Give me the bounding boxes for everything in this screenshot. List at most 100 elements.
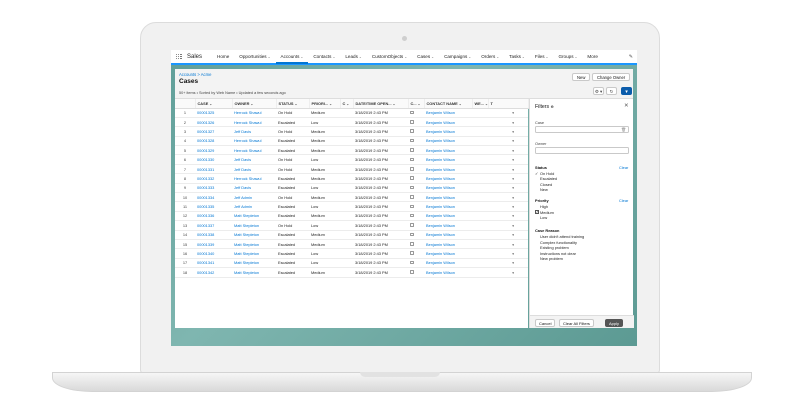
owner-link[interactable]: Matt Stepleton <box>232 239 276 250</box>
edit-nav-icon[interactable]: ✎ <box>629 54 633 60</box>
trash-icon[interactable]: 🗑 <box>621 127 626 132</box>
chevron-down-icon[interactable]: ⌄ <box>331 55 335 59</box>
contact-link[interactable]: Benjamin Wilson <box>424 248 472 259</box>
row-actions[interactable]: ▾ <box>488 154 528 165</box>
row-checkbox[interactable] <box>408 201 424 212</box>
contact-link[interactable]: Benjamin Wilson <box>424 267 472 278</box>
checkbox-icon[interactable] <box>410 242 414 246</box>
case-number-link[interactable]: 00001326 <box>195 117 232 128</box>
app-launcher-icon[interactable] <box>176 53 182 60</box>
owner-link[interactable]: Matt Stepleton <box>232 220 276 231</box>
nav-item-files[interactable]: Files ⌄ <box>530 50 554 64</box>
contact-link[interactable]: Benjamin Wilson <box>424 230 472 240</box>
case-number-link[interactable]: 00001340 <box>195 248 232 259</box>
checkbox-icon[interactable] <box>410 129 414 133</box>
case-number-link[interactable]: 00001335 <box>195 201 232 212</box>
case-number-link[interactable]: 00001339 <box>195 239 232 250</box>
owner-link[interactable]: Jeff Admin <box>232 192 276 203</box>
table-row[interactable]: 18 00001342 Matt Stepleton Escalated Medium 3… <box>175 267 528 278</box>
table-row[interactable]: 2 00001326 Herrock Shawul Escalated Low 3/18/… <box>175 117 528 128</box>
filter-icon[interactable]: ▼ <box>621 87 632 95</box>
row-action-menu-icon[interactable]: ▾ <box>512 243 514 247</box>
contact-link[interactable]: Benjamin Wilson <box>424 192 472 203</box>
owner-link[interactable]: Herrock Shawul <box>232 145 276 156</box>
change-owner-button[interactable]: Change Owner <box>592 73 631 81</box>
reason-option[interactable]: User didn't attend training <box>540 234 584 239</box>
close-icon[interactable]: ✕ <box>624 103 629 109</box>
priority-option[interactable]: High <box>540 204 548 209</box>
case-number-link[interactable]: 00001332 <box>195 173 232 184</box>
contact-link[interactable]: Benjamin Wilson <box>424 136 472 147</box>
table-row[interactable]: 11 00001335 Jeff Admin Escalated Low 3/18/201… <box>175 201 528 212</box>
checkbox-icon[interactable] <box>410 119 414 124</box>
checkbox-icon[interactable] <box>410 148 414 152</box>
case-number-link[interactable]: 00001338 <box>195 230 232 240</box>
row-action-menu-icon[interactable]: ▾ <box>512 149 514 153</box>
table-row[interactable]: 7 00001331 Jeff Davis On Hold Medium 3/18/201… <box>175 164 528 175</box>
chevron-down-icon[interactable]: ⌄ <box>328 102 332 106</box>
row-action-menu-icon[interactable]: ▾ <box>512 121 514 125</box>
row-action-menu-icon[interactable]: ▾ <box>512 186 514 190</box>
row-checkbox[interactable] <box>408 248 424 259</box>
refresh-icon[interactable]: ↻ <box>606 87 617 95</box>
priority-option[interactable]: Low <box>540 215 547 220</box>
owner-link[interactable]: Herrock Shawul <box>232 117 276 128</box>
nav-item-cases[interactable]: Cases ⌄ <box>412 50 439 64</box>
column-header[interactable]: OWNER ⌄ <box>232 99 277 109</box>
table-row[interactable]: 12 00001336 Matt Stepleton Escalated Medium 3… <box>175 211 528 222</box>
table-row[interactable]: 1 00001325 Herrock Shawul On Hold Medium 3/18… <box>175 108 528 118</box>
row-action-menu-icon[interactable]: ▾ <box>512 233 514 237</box>
row-actions[interactable]: ▾ <box>488 173 528 184</box>
table-row[interactable]: 9 00001333 Jeff Davis Escalated Low 3/18/2019… <box>175 183 528 194</box>
row-actions[interactable]: ▾ <box>488 183 528 194</box>
row-actions[interactable]: ▾ <box>488 145 528 156</box>
row-checkbox[interactable] <box>408 230 424 240</box>
chevron-down-icon[interactable]: ⌄ <box>495 55 499 59</box>
chevron-down-icon[interactable]: ⌄ <box>208 102 212 106</box>
table-row[interactable]: 5 00001329 Herrock Shawul Escalated Medium 3/… <box>175 145 528 156</box>
nav-item-more[interactable]: More <box>582 50 602 64</box>
checkbox-icon[interactable] <box>410 223 414 227</box>
row-action-menu-icon[interactable]: ▾ <box>512 130 514 134</box>
nav-item-opportunities[interactable]: Opportunities ⌄ <box>234 50 275 64</box>
row-checkbox[interactable] <box>408 267 424 278</box>
row-action-menu-icon[interactable]: ▾ <box>512 214 514 218</box>
case-number-link[interactable]: 00001341 <box>195 258 232 269</box>
owner-link[interactable]: Herrock Shawul <box>232 136 276 147</box>
chevron-down-icon[interactable]: ⌄ <box>521 55 525 59</box>
row-actions[interactable]: ▾ <box>488 230 528 240</box>
table-row[interactable]: 15 00001339 Matt Stepleton Escalated Medium 3… <box>175 239 528 250</box>
row-checkbox[interactable] <box>408 239 424 250</box>
row-action-menu-icon[interactable]: ▾ <box>512 168 514 172</box>
row-actions[interactable]: ▾ <box>488 248 528 259</box>
chevron-down-icon[interactable]: ⌄ <box>345 102 349 106</box>
contact-link[interactable]: Benjamin Wilson <box>424 108 472 118</box>
chevron-down-icon[interactable]: ⌄ <box>267 55 271 59</box>
chevron-down-icon[interactable]: ⌄ <box>403 55 407 59</box>
contact-link[interactable]: Benjamin Wilson <box>424 201 472 212</box>
contact-link[interactable]: Benjamin Wilson <box>424 258 472 269</box>
table-row[interactable]: 17 00001341 Matt Stepleton Escalated Low 3/18… <box>175 258 528 269</box>
nav-item-accounts[interactable]: Accounts ⌄ <box>275 50 309 64</box>
chevron-down-icon[interactable]: ⌄ <box>392 102 396 106</box>
checkbox-icon[interactable] <box>410 176 414 180</box>
case-number-link[interactable]: 00001337 <box>195 220 232 231</box>
row-actions[interactable]: ▾ <box>488 239 528 250</box>
table-row[interactable]: 6 00001330 Jeff Davis On Hold Low 3/18/2019 2… <box>175 154 528 165</box>
column-header[interactable]: CASE ⌄ <box>195 99 233 109</box>
status-option[interactable]: Closed <box>540 182 552 187</box>
row-checkbox[interactable] <box>408 192 424 203</box>
owner-link[interactable]: Matt Stepleton <box>232 248 276 259</box>
row-checkbox[interactable] <box>408 173 424 184</box>
row-action-menu-icon[interactable]: ▾ <box>512 261 514 265</box>
case-number-link[interactable]: 00001336 <box>195 211 232 222</box>
contact-link[interactable]: Benjamin Wilson <box>424 183 472 194</box>
gear-icon[interactable]: ⚙ ▾ <box>593 87 604 95</box>
chevron-down-icon[interactable]: ⌄ <box>430 55 434 59</box>
reason-option[interactable]: Existing problem <box>540 245 569 250</box>
chevron-down-icon[interactable]: ⌄ <box>545 55 549 59</box>
owner-link[interactable]: Jeff Davis <box>232 183 276 194</box>
owner-link[interactable]: Matt Stepleton <box>232 211 276 222</box>
chevron-down-icon[interactable]: ⌄ <box>458 102 462 106</box>
cancel-button[interactable]: Cancel <box>535 318 556 327</box>
